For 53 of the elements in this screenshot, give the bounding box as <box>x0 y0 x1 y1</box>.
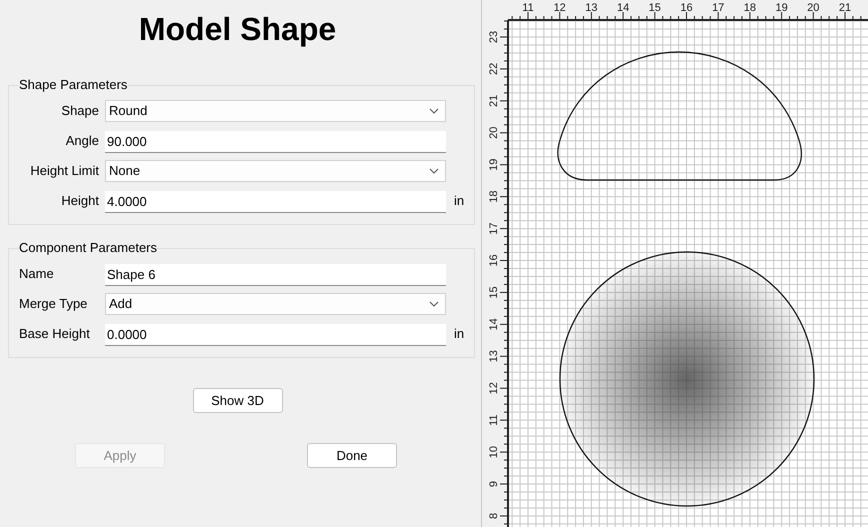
field-label: Base Height <box>19 325 91 344</box>
dropdown[interactable]: None <box>105 160 446 182</box>
field-label: Merge Type <box>19 295 88 314</box>
ruler-label: 9 <box>488 480 500 488</box>
ruler-label: 8 <box>488 512 500 520</box>
chevron-down-icon <box>429 168 439 174</box>
ruler-label: 12 <box>554 2 566 14</box>
action-button[interactable]: Done <box>307 443 397 468</box>
action-button[interactable]: Show 3D <box>192 388 282 413</box>
ruler-label: 10 <box>488 446 500 458</box>
ruler-label: 14 <box>488 318 500 330</box>
round-shape[interactable] <box>559 251 815 507</box>
ruler-label: 19 <box>488 158 500 171</box>
dropdown[interactable]: Round <box>105 100 446 122</box>
ruler-label: 18 <box>488 190 500 203</box>
dialog-title: Model Shape <box>138 10 336 49</box>
ruler-label: 16 <box>488 254 500 267</box>
field-label: Shape <box>60 102 99 120</box>
field-label: Angle <box>64 132 99 150</box>
ruler-label: 13 <box>585 2 598 14</box>
ruler-label: 16 <box>680 2 693 14</box>
ruler-label: 20 <box>488 126 500 139</box>
ruler-label: 14 <box>616 2 630 14</box>
unit-label: in <box>454 192 464 210</box>
input-field[interactable]: 0.0000 <box>105 324 446 346</box>
ruler-label: 12 <box>488 382 500 394</box>
unit-label: in <box>454 325 464 344</box>
ruler-label: 15 <box>648 2 661 14</box>
input-field[interactable]: 90.000 <box>105 131 446 153</box>
input-field[interactable]: 4.0000 <box>105 191 446 213</box>
ruler-label: 11 <box>522 2 534 14</box>
chevron-down-icon <box>429 108 439 114</box>
group-title: Component Parameters <box>19 241 158 255</box>
ruler-label: 15 <box>488 286 500 299</box>
half-round-shape[interactable] <box>557 51 802 181</box>
ruler-label: 23 <box>488 30 500 44</box>
ruler-label: 20 <box>807 2 820 14</box>
group-title: Shape Parameters <box>19 78 128 92</box>
ruler-label: 21 <box>488 94 500 107</box>
input-field[interactable]: Shape 6 <box>105 264 446 286</box>
ruler-label: 11 <box>488 414 500 426</box>
ruler-label: 22 <box>488 62 500 76</box>
chevron-down-icon <box>429 301 439 307</box>
ruler-label: 17 <box>488 222 500 235</box>
ruler-label: 19 <box>775 2 788 14</box>
ruler-label: 17 <box>712 2 724 14</box>
ruler-label: 21 <box>838 2 852 14</box>
field-label: Name <box>19 265 55 284</box>
ruler-label: 13 <box>488 350 500 362</box>
field-label: Height Limit <box>29 162 99 180</box>
ruler-label: 18 <box>744 2 756 14</box>
dropdown[interactable]: Add <box>105 293 446 315</box>
field-label: Height <box>60 192 99 210</box>
